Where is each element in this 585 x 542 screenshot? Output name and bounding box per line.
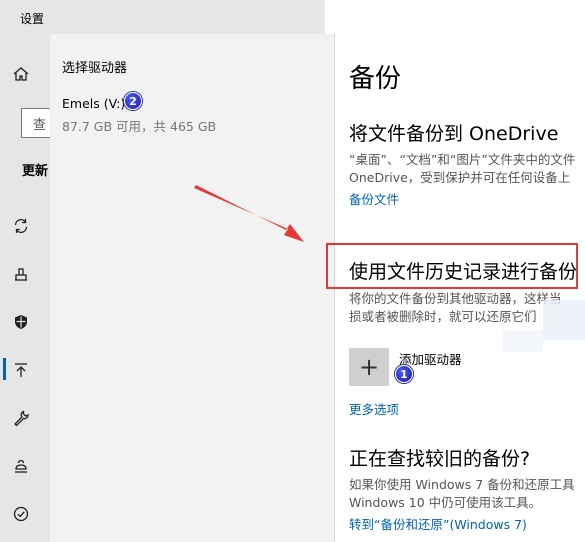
wrench-icon[interactable] bbox=[10, 407, 32, 429]
recovery-icon[interactable] bbox=[10, 455, 32, 477]
page-title: 备份 bbox=[349, 64, 402, 94]
onedrive-desc-line2: OneDrive，受到保护并可在任何设备上 bbox=[349, 170, 571, 185]
nav-section-update: 更新 bbox=[22, 164, 49, 179]
sync-icon[interactable] bbox=[10, 215, 32, 237]
shield-icon[interactable] bbox=[10, 311, 32, 333]
select-drive-flyout: 选择驱动器 Emels (V:) 87.7 GB 可用，共 465 GB bbox=[50, 34, 335, 542]
backup-files-link[interactable]: 备份文件 bbox=[349, 189, 399, 208]
title-bar: 设置 bbox=[0, 0, 325, 34]
blur-overlay bbox=[543, 300, 585, 340]
home-icon[interactable] bbox=[10, 63, 32, 85]
drive-info: 87.7 GB 可用，共 465 GB bbox=[62, 119, 217, 134]
add-drive-button[interactable]: + bbox=[349, 348, 389, 386]
flyout-title: 选择驱动器 bbox=[62, 61, 128, 76]
red-arrow-icon bbox=[194, 185, 304, 242]
blur-overlay bbox=[503, 330, 543, 352]
app-title: 设置 bbox=[20, 12, 45, 26]
older-backup-heading: 正在查找较旧的备份? bbox=[349, 448, 531, 470]
drive-item-emels[interactable]: Emels (V:) 87.7 GB 可用，共 465 GB bbox=[62, 94, 262, 136]
onedrive-desc-line1: “桌面”、“文档”和“图片”文件夹中的文件 bbox=[349, 152, 576, 167]
search-input-text: 查 bbox=[33, 118, 47, 133]
plus-icon: + bbox=[358, 353, 380, 381]
older-backup-desc-line1: 如果你使用 Windows 7 备份和还原工具 bbox=[349, 477, 575, 492]
step-marker-2: 2 bbox=[124, 92, 142, 110]
older-backup-desc-line2: Windows 10 中仍可使用该工具。 bbox=[349, 495, 542, 510]
more-options-link[interactable]: 更多选项 bbox=[349, 399, 399, 418]
step-marker-1: 1 bbox=[395, 365, 413, 383]
file-history-desc-line2: 损或者被删除时，就可以还原它们 bbox=[349, 309, 537, 324]
file-history-desc-line1: 将你的文件备份到其他驱动器，这样当 bbox=[349, 291, 562, 306]
delivery-icon[interactable] bbox=[10, 263, 32, 285]
backup-restore-link[interactable]: 转到“备份和还原”(Windows 7) bbox=[349, 514, 527, 533]
backup-icon[interactable] bbox=[10, 359, 32, 381]
onedrive-heading: 将文件备份到 OneDrive bbox=[349, 123, 559, 145]
drive-name: Emels (V:) bbox=[62, 96, 126, 111]
highlight-box bbox=[326, 243, 578, 289]
activation-icon[interactable] bbox=[10, 503, 32, 525]
search-input[interactable]: 查 bbox=[21, 108, 51, 138]
selected-indicator bbox=[3, 358, 6, 380]
